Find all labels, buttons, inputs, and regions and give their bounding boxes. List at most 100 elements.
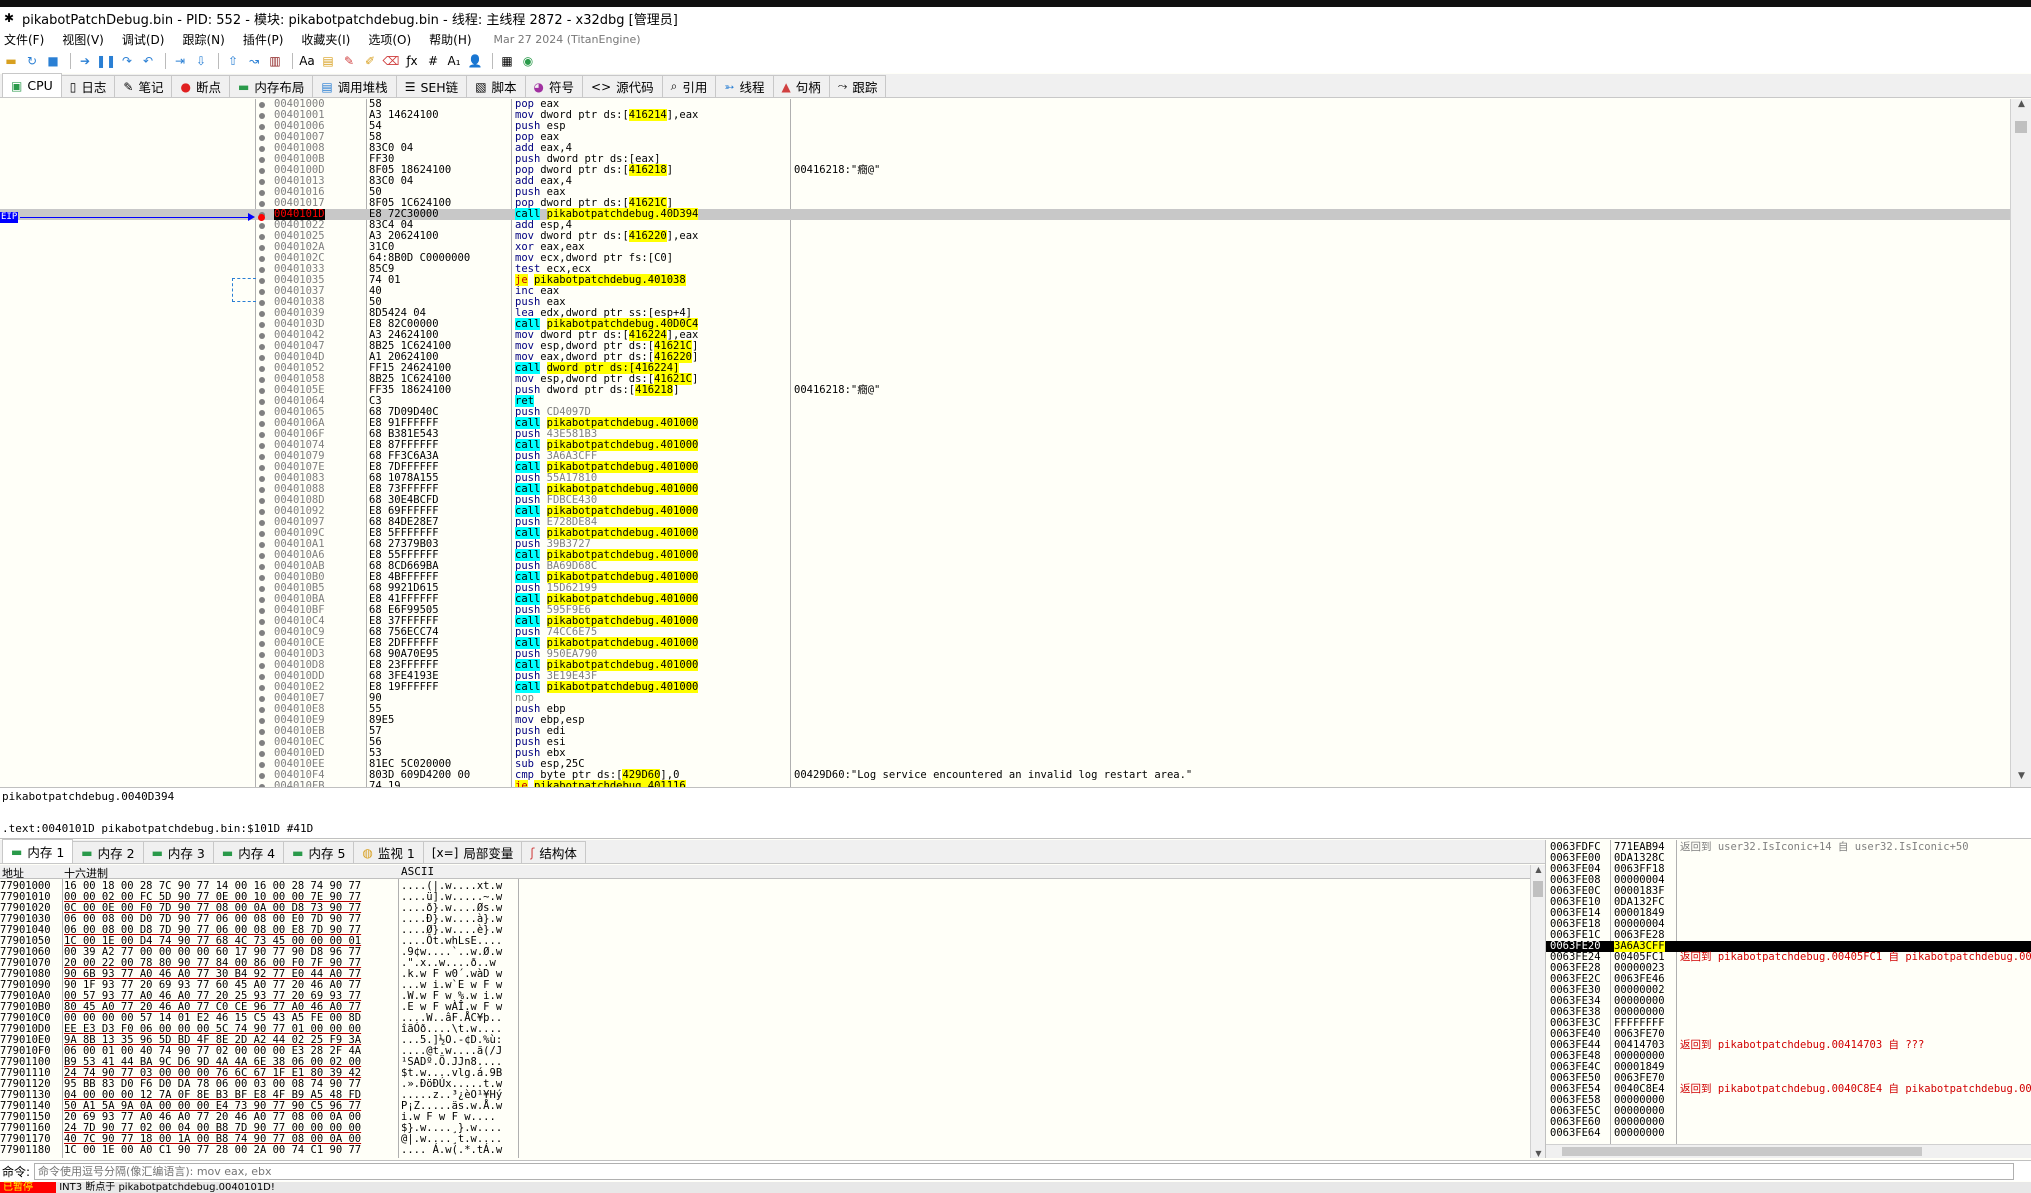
scroll-down-icon[interactable]: ▼ (1531, 1149, 1546, 1158)
breakpoint-slot-icon[interactable] (259, 707, 265, 713)
notes-icon[interactable]: ▤ (319, 52, 337, 70)
menu-plugins[interactable]: 插件(P) (243, 31, 284, 48)
disassembly-scrollbar[interactable]: ▲ ▼ (2010, 99, 2031, 787)
tab-dump-4[interactable]: ▬ 内存 4 (212, 841, 285, 863)
restart-icon[interactable]: ↻ (23, 52, 41, 70)
font-icon[interactable]: Aa (298, 52, 316, 70)
scroll-thumb[interactable] (1533, 881, 1543, 897)
tab-locals[interactable]: [x=] 局部变量 (422, 841, 523, 863)
scroll-up-icon[interactable]: ▲ (1531, 865, 1546, 874)
breakpoint-slot-icon[interactable] (259, 388, 265, 394)
user-icon[interactable]: 👤 (466, 52, 484, 70)
breakpoint-slot-icon[interactable] (259, 300, 265, 306)
breakpoint-slot-icon[interactable] (259, 454, 265, 460)
animate-into-icon[interactable]: ↷ (118, 52, 136, 70)
breakpoint-slot-icon[interactable] (259, 586, 265, 592)
breakpoint-slot-icon[interactable] (259, 498, 265, 504)
breakpoint-slot-icon[interactable] (259, 432, 265, 438)
scroll-up-icon[interactable]: ▲ (2011, 99, 2031, 115)
command-input[interactable] (34, 1162, 2015, 1180)
breakpoint-slot-icon[interactable] (259, 333, 265, 339)
breakpoint-slot-icon[interactable] (259, 674, 265, 680)
breakpoint-slot-icon[interactable] (259, 630, 265, 636)
open-icon[interactable]: ▬ (2, 52, 20, 70)
breakpoint-slot-icon[interactable] (259, 509, 265, 515)
tab-dump-3[interactable]: ▬ 内存 3 (142, 841, 214, 863)
tab-trace[interactable]: ⤳ 跟踪 (828, 75, 887, 97)
breakpoint-slot-icon[interactable] (259, 751, 265, 757)
breakpoint-slot-icon[interactable] (259, 608, 265, 614)
execute-till-return-icon[interactable]: ⇧ (224, 52, 242, 70)
breakpoint-slot-icon[interactable] (259, 410, 265, 416)
breakpoint-slot-icon[interactable] (259, 641, 265, 647)
tab-cpu[interactable]: ▣ CPU (2, 73, 62, 97)
breakpoint-slot-icon[interactable] (259, 278, 265, 284)
breakpoint-slot-icon[interactable] (259, 421, 265, 427)
breakpoint-slot-icon[interactable] (259, 575, 265, 581)
breakpoint-slot-icon[interactable] (259, 740, 265, 746)
breakpoint-slot-icon[interactable] (259, 223, 265, 229)
breakpoint-slot-icon[interactable] (259, 619, 265, 625)
stack-view[interactable]: 0063FDFC 771EAB94 返回到 user32.IsIconic+14 自… (1545, 840, 2031, 1158)
breakpoint-slot-icon[interactable] (259, 344, 265, 350)
globe-icon[interactable]: ◉ (519, 52, 537, 70)
breakpoint-slot-icon[interactable] (259, 190, 265, 196)
menu-favourites[interactable]: 收藏夹(I) (301, 31, 350, 48)
hex-dump[interactable]: 地址 十六进制 ASCII 77901000 16 00 18 00 28 7C … (0, 865, 1530, 1158)
tab-source[interactable]: <> 源代码 (582, 75, 663, 97)
breakpoint-slot-icon[interactable] (259, 773, 265, 779)
breakpoint-slot-icon[interactable] (259, 685, 265, 691)
tab-struct[interactable]: ʃ 结构体 (521, 841, 586, 863)
breakpoint-slot-icon[interactable] (259, 168, 265, 174)
breakpoint-slot-icon[interactable] (259, 652, 265, 658)
breakpoint-slot-icon[interactable] (259, 234, 265, 240)
breakpoint-slot-icon[interactable] (259, 113, 265, 119)
tab-watch-1[interactable]: ◍ 监视 1 (353, 841, 424, 863)
tab-dump-1[interactable]: ▬ 内存 1 (2, 839, 74, 863)
breakpoint-slot-icon[interactable] (259, 322, 265, 328)
close-icon[interactable]: ■ (44, 52, 62, 70)
breakpoint-slot-icon[interactable] (259, 476, 265, 482)
breakpoint-slot-icon[interactable] (259, 179, 265, 185)
disassembly-view[interactable]: 00401000 58 pop eax 00401001 A3 14624100 mov … (0, 99, 2010, 787)
breakpoint-slot-icon[interactable] (259, 311, 265, 317)
pause-icon[interactable]: ❚❚ (96, 52, 116, 70)
tab-threads[interactable]: ➳ 线程 (715, 75, 774, 97)
calculator-icon[interactable]: ▦ (498, 52, 516, 70)
menu-help[interactable]: 帮助(H) (429, 31, 471, 48)
run-icon[interactable]: ➔ (76, 52, 94, 70)
menu-view[interactable]: 视图(V) (62, 31, 104, 48)
breakpoint-slot-icon[interactable] (259, 102, 265, 108)
tab-notes[interactable]: ✎ 笔记 (114, 75, 173, 97)
breakpoint-slot-icon[interactable] (259, 542, 265, 548)
eraser-icon[interactable]: ⌫ (382, 52, 400, 70)
scroll-thumb[interactable] (1562, 1147, 1922, 1156)
breakpoint-slot-icon[interactable] (259, 520, 265, 526)
menu-debug[interactable]: 调试(D) (122, 31, 165, 48)
comment-icon[interactable]: ✐ (361, 52, 379, 70)
tab-log[interactable]: ▯ 日志 (60, 75, 116, 97)
breakpoint-slot-icon[interactable] (259, 762, 265, 768)
tab-handles[interactable]: ▲ 句柄 (772, 75, 830, 97)
function-icon[interactable]: ƒx (403, 52, 421, 70)
tab-references[interactable]: ⌕ 引用 (661, 75, 717, 97)
memory-map-icon[interactable]: ▥ (266, 52, 284, 70)
scroll-down-icon[interactable]: ▼ (2011, 771, 2031, 787)
breakpoint-slot-icon[interactable] (259, 729, 265, 735)
scroll-thumb[interactable] (2015, 121, 2027, 133)
breakpoint-slot-icon[interactable] (259, 718, 265, 724)
breakpoint-dot[interactable] (258, 214, 265, 221)
breakpoint-slot-icon[interactable] (259, 289, 265, 295)
tab-memory-map[interactable]: ▬ 内存布局 (228, 75, 314, 97)
breakpoint-slot-icon[interactable] (259, 399, 265, 405)
breakpoint-slot-icon[interactable] (259, 696, 265, 702)
tab-seh-chain[interactable]: ☰ SEH链 (395, 75, 468, 97)
tab-script[interactable]: ▧ 脚本 (466, 75, 526, 97)
animate-over-icon[interactable]: ↶ (139, 52, 157, 70)
breakpoint-slot-icon[interactable] (259, 553, 265, 559)
tab-call-stack[interactable]: ▤ 调用堆栈 (312, 75, 397, 97)
tab-dump-5[interactable]: ▬ 内存 5 (283, 841, 355, 863)
menu-trace[interactable]: 跟踪(N) (182, 31, 224, 48)
step-into-icon[interactable]: ⇥ (171, 52, 189, 70)
breakpoint-slot-icon[interactable] (259, 487, 265, 493)
